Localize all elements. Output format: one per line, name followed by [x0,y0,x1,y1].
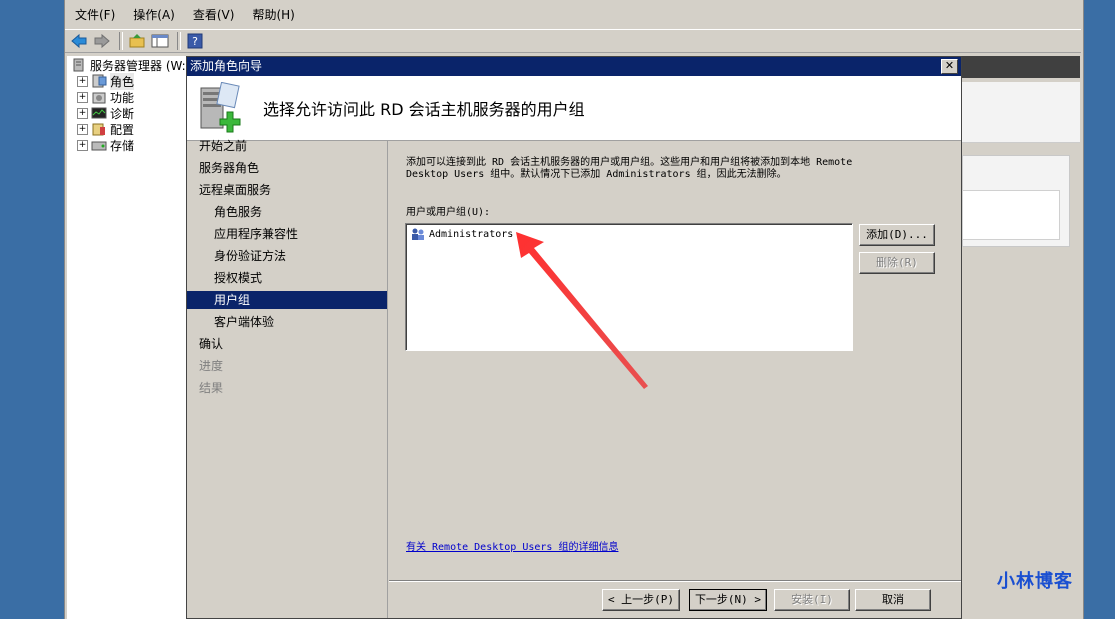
user-group-icon [410,227,426,241]
more-info-link[interactable]: 有关 Remote Desktop Users 组的详细信息 [406,538,618,553]
close-button[interactable]: ✕ [941,59,958,74]
back-icon[interactable] [69,31,89,51]
server-icon [71,58,87,72]
description-line: Desktop Users 组中。默认情况下已添加 Administrators… [406,169,787,180]
expand-icon[interactable]: + [77,107,88,119]
console-tree: 服务器管理器 (W: + 角色 + 功能 + 诊断 + 配置 + 存储 [67,56,188,619]
expand-icon[interactable]: + [77,123,88,135]
wizard-content: 添加可以连接到此 RD 会话主机服务器的用户或用户组。这些用户和用户组将被添加到… [389,141,961,581]
wizard-step[interactable]: 身份验证方法 [187,247,387,265]
add-button[interactable]: 添加(D)... [859,224,935,246]
expand-icon[interactable]: + [77,139,88,151]
wizard-step: 进度 [199,359,224,373]
list-item[interactable]: Administrators [410,227,513,241]
wizard-step[interactable]: 服务器角色 [187,159,387,177]
wizard-step[interactable]: 开始之前 [187,137,387,155]
wizard-step[interactable]: 应用程序兼容性 [187,225,387,243]
toolbar-separator [177,32,181,50]
wizard-step[interactable]: 客户端体验 [187,313,387,331]
results-pane-area [962,82,1080,143]
help-icon[interactable]: ? [185,31,205,51]
tree-item-label: 角色 [110,72,135,90]
wizard-step[interactable]: 授权模式 [187,269,387,287]
tree-item-label: 存储 [110,138,135,153]
server-add-role-icon [197,81,245,134]
install-button[interactable]: 安装(I) [774,589,850,611]
user-group-list-label: 用户或用户组(U): [406,207,491,218]
svg-text:?: ? [192,35,198,48]
tree-item-label: 配置 [110,122,135,137]
tree-root[interactable]: 服务器管理器 (W: [71,57,186,73]
diagnostics-icon [91,106,107,120]
menu-help[interactable]: 帮助(H) [244,4,302,26]
wizard-step[interactable]: 角色服务 [187,203,387,221]
tree-root-label: 服务器管理器 (W: [90,58,186,73]
dialog-title: 添加角色向导 [190,59,263,73]
tree-item-roles[interactable]: + 角色 [77,72,135,90]
back-button[interactable]: < 上一步(P) [602,589,680,611]
tree-item-label: 功能 [110,90,135,105]
tree-item-diagnostics[interactable]: + 诊断 [77,105,134,121]
wizard-page-title: 选择允许访问此 RD 会话主机服务器的用户组 [263,100,585,119]
user-group-listbox[interactable]: Administrators [405,223,853,351]
list-item-label: Administrators [429,228,514,240]
description: 添加可以连接到此 RD 会话主机服务器的用户或用户组。这些用户和用户组将被添加到… [406,157,936,181]
configuration-icon [91,122,107,136]
wizard-step: 结果 [199,381,224,395]
footer-separator [389,580,961,582]
storage-icon [91,138,107,152]
add-roles-wizard-dialog: 添加角色向导 ✕ 选择允许访问此 RD 会话主机服务器的用户组 开始之前服务器角… [186,56,962,619]
description-line: 添加可以连接到此 RD 会话主机服务器的用户或用户组。这些用户和用户组将被添加到… [406,157,853,168]
tree-item-features[interactable]: + 功能 [77,89,134,105]
watermark: 小林博客 [997,571,1073,592]
menu-file[interactable]: 文件(F) [67,4,123,26]
menu-view[interactable]: 查看(V) [185,4,243,26]
show-hide-console-tree-icon[interactable] [150,31,170,51]
next-button[interactable]: 下一步(N) > [689,589,767,611]
tree-item-label: 诊断 [110,106,135,121]
remove-button[interactable]: 删除(R) [859,252,935,274]
expand-icon[interactable]: + [77,75,88,87]
dialog-titlebar[interactable]: 添加角色向导 ✕ [187,57,961,76]
tree-item-configuration[interactable]: + 配置 [77,121,134,137]
features-icon [91,90,107,104]
results-pane-header [962,56,1080,78]
forward-icon[interactable] [92,31,112,51]
roles-icon [91,74,107,88]
tree-item-storage[interactable]: + 存储 [77,137,134,153]
menu-action[interactable]: 操作(A) [125,4,183,26]
toolbar: ? [65,29,1081,53]
toolbar-separator [119,32,123,50]
up-folder-icon[interactable] [127,31,147,51]
wizard-step[interactable]: 远程桌面服务 [187,181,387,199]
cancel-button[interactable]: 取消 [855,589,931,611]
menu-bar: 文件(F) 操作(A) 查看(V) 帮助(H) [65,4,1081,26]
wizard-steps-nav: 开始之前服务器角色远程桌面服务 角色服务应用程序兼容性 身份验证方法 授权模式用户组客… [187,139,388,618]
results-pane-subsection [962,190,1060,240]
wizard-step[interactable]: 确认 [187,335,387,353]
wizard-header: 选择允许访问此 RD 会话主机服务器的用户组 [187,76,961,141]
wizard-step[interactable]: 用户组 [187,291,387,309]
expand-icon[interactable]: + [77,91,88,103]
